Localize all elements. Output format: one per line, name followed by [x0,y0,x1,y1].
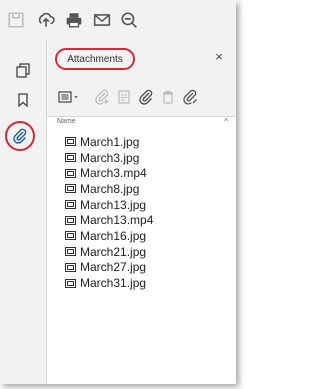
attachment-icon[interactable] [8,124,32,148]
file-name: March16.jpg [80,228,147,243]
upload-icon[interactable] [34,8,58,32]
file-icon [65,262,76,272]
save-attachment-icon[interactable] [137,88,155,106]
pages-icon[interactable] [11,58,35,82]
attachment-list: March1.jpg March3.jpg March3.mp4 March8.jpg… [47,134,236,291]
email-icon[interactable] [90,8,114,32]
file-name: March1.jpg [80,134,140,149]
file-name: March31.jpg [80,276,147,291]
file-name: March13.mp4 [80,213,154,228]
file-icon [65,200,76,210]
zoom-out-icon[interactable] [117,8,141,32]
list-item[interactable]: March8.jpg [47,181,236,197]
file-name: March3.mp4 [80,166,147,181]
add-attachment-icon[interactable] [93,88,111,106]
open-icon[interactable] [115,88,133,106]
app-frame: Attachments × Name ^ March1.jpg March3.j… [0,0,236,384]
panel-title: Attachments [55,48,135,70]
close-icon[interactable]: × [212,50,226,64]
column-header[interactable]: Name ^ [47,117,236,129]
list-item[interactable]: March1.jpg [47,134,236,150]
attachments-panel: Attachments × Name ^ March1.jpg March3.j… [47,40,236,384]
list-item[interactable]: March13.jpg [47,197,236,213]
file-name: March13.jpg [80,197,147,212]
edit-description-icon[interactable] [181,88,199,106]
bookmark-icon[interactable] [11,88,35,112]
file-name: March8.jpg [80,181,140,196]
list-item[interactable]: March16.jpg [47,228,236,244]
options-menu-icon[interactable] [57,88,81,106]
file-name: March3.jpg [80,150,140,165]
file-icon [65,153,76,163]
list-item[interactable]: March3.jpg [47,150,236,166]
list-item[interactable]: March27.jpg [47,260,236,276]
file-name: March21.jpg [80,244,147,259]
column-name-label: Name [57,118,76,125]
file-icon [65,137,76,147]
save-icon[interactable] [4,8,28,32]
file-icon [65,184,76,194]
sort-up-icon[interactable]: ^ [224,117,228,126]
list-item[interactable]: March21.jpg [47,244,236,260]
left-nav-bar [0,40,47,384]
top-toolbar [0,0,236,40]
file-icon [65,215,76,225]
panel-toolbar [47,76,236,117]
file-icon [65,168,76,178]
file-icon [65,278,76,288]
file-name: March27.jpg [80,260,147,275]
file-icon [65,247,76,257]
file-icon [65,231,76,241]
delete-icon[interactable] [159,88,177,106]
print-icon[interactable] [62,8,86,32]
panel-header: Attachments × [47,40,236,76]
list-item[interactable]: March3.mp4 [47,165,236,181]
list-item[interactable]: March13.mp4 [47,212,236,228]
list-item[interactable]: March31.jpg [47,275,236,291]
